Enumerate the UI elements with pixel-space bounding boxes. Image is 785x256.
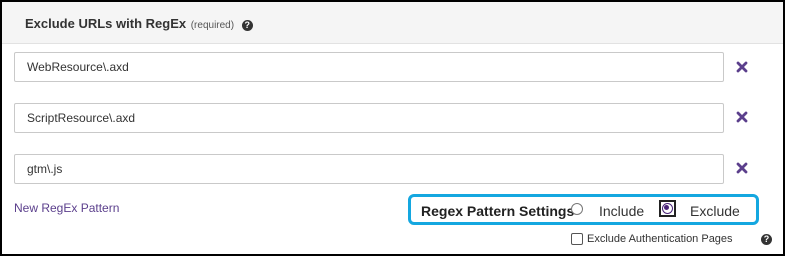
- regex-pattern-input-3[interactable]: [14, 154, 724, 184]
- auth-help-icon[interactable]: ?: [761, 234, 772, 245]
- required-note: (required): [190, 20, 235, 31]
- regex-settings-label: Regex Pattern Settings: [421, 203, 575, 219]
- panel-title: Exclude URLs with RegEx (required) ?: [25, 16, 253, 31]
- exclude-radio[interactable]: [659, 200, 676, 217]
- help-icon[interactable]: ?: [241, 20, 253, 31]
- exclude-radio-label[interactable]: Exclude: [690, 203, 740, 219]
- exclude-auth-pages-label[interactable]: Exclude Authentication Pages: [587, 233, 733, 245]
- remove-pattern-2-close-icon[interactable]: [735, 110, 749, 124]
- regex-pattern-input-2[interactable]: [14, 103, 724, 133]
- regex-pattern-settings: Regex Pattern Settings Include Exclude: [408, 194, 759, 225]
- panel-title-text: Exclude URLs with RegEx: [25, 16, 187, 31]
- new-regex-pattern-link[interactable]: New RegEx Pattern: [14, 201, 119, 215]
- exclude-radio-dot: [664, 205, 669, 210]
- include-radio-label[interactable]: Include: [599, 203, 644, 219]
- remove-pattern-3-close-icon[interactable]: [735, 161, 749, 175]
- panel-header: Exclude URLs with RegEx (required) ?: [2, 2, 783, 44]
- exclude-urls-panel: Exclude URLs with RegEx (required) ? New…: [0, 0, 785, 256]
- regex-pattern-input-1[interactable]: [14, 52, 724, 82]
- exclude-auth-pages-checkbox[interactable]: [571, 233, 583, 245]
- include-radio[interactable]: [571, 203, 583, 215]
- remove-pattern-1-close-icon[interactable]: [735, 60, 749, 74]
